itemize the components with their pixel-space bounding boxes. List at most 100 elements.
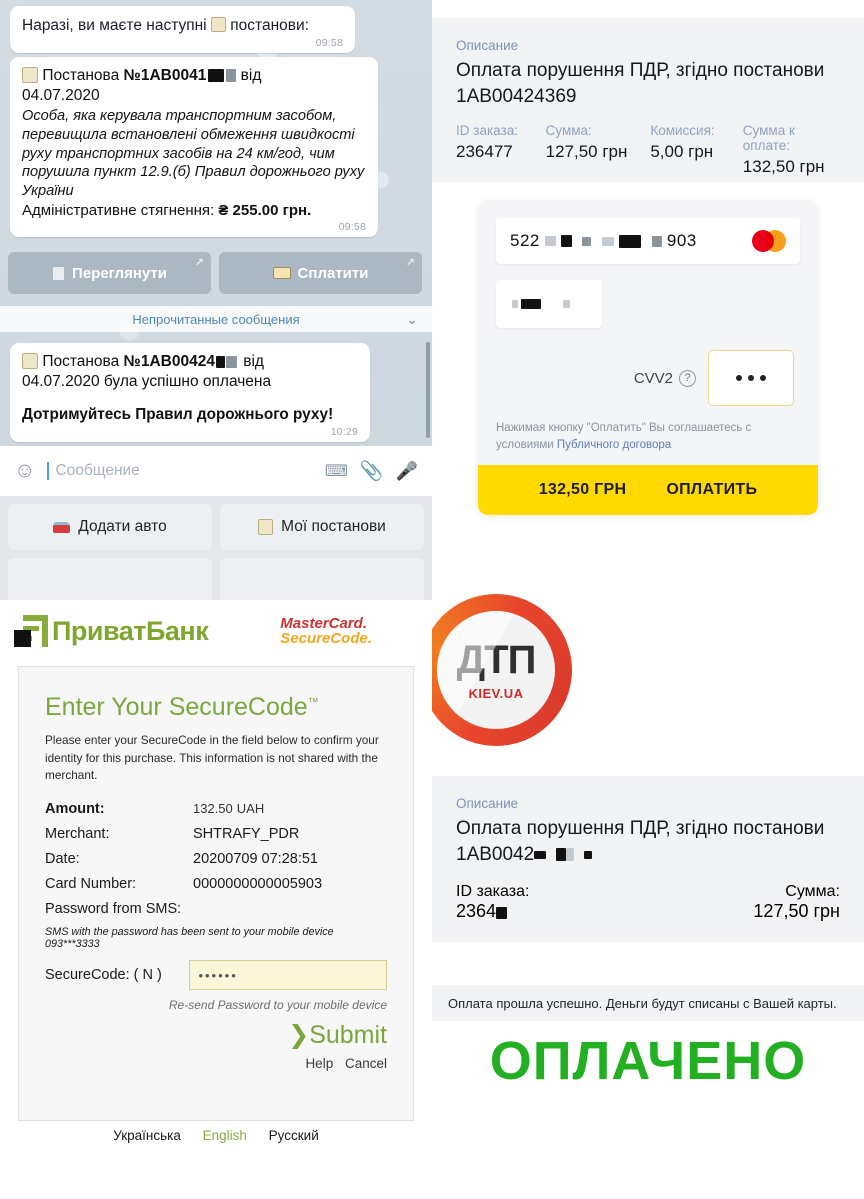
payment-card-widget: 522 903 CVV2 ? Нажимая кнопку "Оплатить"… <box>478 200 818 516</box>
language-english[interactable]: English <box>203 1128 247 1143</box>
privatbank-mark-icon <box>14 615 48 647</box>
detail-value: 20200709 07:28:51 <box>193 851 318 868</box>
keyboard-icon[interactable]: ⌨ <box>325 461 348 481</box>
message-input[interactable]: Сообщение <box>47 462 312 480</box>
chevron-down-icon[interactable]: ⌄ <box>406 311 418 328</box>
privatbank-header: ПриватБанк MasterCard. SecureCode. <box>0 600 432 662</box>
mastercard-icon <box>752 230 786 252</box>
cvv-row: CVV2 ? <box>496 350 800 406</box>
language-ukrainian[interactable]: Українська <box>113 1128 181 1143</box>
inline-button-label: Сплатити <box>297 264 369 282</box>
cvv-label: CVV2 <box>633 369 673 387</box>
keyboard-button-add-car[interactable]: Додати авто <box>8 504 212 550</box>
redaction-block <box>521 299 541 309</box>
order-field-sum: Сумма: 127,50 грн <box>753 883 840 922</box>
redaction-block <box>581 236 591 246</box>
securecode-label: SecureCode: ( N ) <box>45 967 162 984</box>
redaction-block <box>618 234 641 248</box>
language-russian[interactable]: Русский <box>269 1128 319 1143</box>
keyboard-button-3[interactable] <box>8 558 212 600</box>
mastercard-securecode-logo-icon: MasterCard. SecureCode. <box>280 615 372 646</box>
unread-divider-label: Непрочитанные сообщения <box>132 311 300 327</box>
order-summary-top: Описание Оплата порушення ПДР, згідно по… <box>432 18 864 182</box>
cvv-input[interactable] <box>708 350 794 406</box>
securecode-input[interactable] <box>189 960 387 991</box>
order-title: Оплата порушення ПДР, згідно постанови 1… <box>456 60 825 107</box>
submit-button[interactable]: ❯Submit <box>45 1020 387 1050</box>
header-date: 04.07.2020 <box>22 87 100 105</box>
detail-label: Password from SMS: <box>45 901 182 918</box>
field-label: Сумма: <box>785 883 840 901</box>
order-summary-bottom: Описание Оплата порушення ПДР, згідно по… <box>432 776 864 942</box>
field-value: 2364 <box>456 901 529 922</box>
intro-text-before: Наразі, ви маєте наступні <box>22 17 207 34</box>
intro-text-after: постанови: <box>230 17 309 34</box>
message-timestamp: 10:29 <box>330 426 358 439</box>
order-field-id: ID заказа: 236477 <box>456 123 546 177</box>
clipboard-emoji <box>258 519 274 535</box>
question-icon[interactable]: ? <box>679 369 696 387</box>
clipboard-emoji <box>22 353 38 369</box>
field-label: Сумма к оплате: <box>742 123 795 154</box>
redaction-block <box>560 235 572 247</box>
paid-line-1: Постанова №1AB00424 від 04.07.2020 була … <box>22 352 358 392</box>
result-bar-text: Оплата прошла успешно. Деньги будут спис… <box>448 995 837 1011</box>
microphone-icon[interactable]: 🎤 <box>396 461 418 482</box>
logo-subtitle: KIEV.UA <box>468 685 524 701</box>
fine-body-text: Особа, яка керувала транспортним засобом… <box>22 108 365 199</box>
chat-bubble-paid-confirm: Постанова №1AB00424 від 04.07.2020 була … <box>10 343 370 443</box>
transaction-details: Amount: 132.50 UAH Merchant: SHTRAFY_PDR… <box>45 801 387 917</box>
chat-scrollbar[interactable] <box>426 342 430 438</box>
privatbank-3ds-panel: ПриватБанк MasterCard. SecureCode. Enter… <box>0 600 432 1199</box>
card-prefix: 522 <box>510 231 540 250</box>
inline-button-view[interactable]: Переглянути ↗ <box>8 252 211 294</box>
keyboard-button-4[interactable] <box>220 558 424 600</box>
resend-password-link[interactable]: Re-send Password to your mobile device <box>45 998 387 1012</box>
order-title-line-2: 1AB0042 <box>456 843 535 865</box>
help-link[interactable]: Help <box>305 1056 333 1071</box>
pay-amount: 132,50 ГРН <box>538 481 627 499</box>
keyboard-button-my-fines[interactable]: Мої постанови <box>220 504 424 550</box>
amount-currency: UAH <box>236 801 265 817</box>
redaction-block <box>534 850 547 859</box>
logo-inner: ДТП KIEV.UA <box>437 611 555 729</box>
detail-label: Card Number: <box>45 876 137 893</box>
order-caption: Описание <box>456 38 519 53</box>
card-number-input[interactable]: 522 903 <box>496 218 800 264</box>
securecode-intro: Please enter your SecureCode in the fiel… <box>45 733 379 783</box>
field-label: ID заказа: <box>456 883 530 901</box>
field-value: 236477 <box>456 142 513 162</box>
message-timestamp: 09:58 <box>338 220 366 233</box>
inline-button-pay[interactable]: Сплатити ↗ <box>219 252 422 294</box>
smiley-icon[interactable]: ☺ <box>14 459 35 483</box>
id-digits: 2364 <box>456 901 497 922</box>
redaction-block <box>556 848 567 862</box>
field-value: 132,50 грн <box>742 157 825 177</box>
detail-row-amount: Amount: 132.50 UAH <box>45 801 387 817</box>
paperclip-icon[interactable]: 📎 <box>360 459 384 483</box>
inline-keyboard-row: Переглянути ↗ Сплатити ↗ <box>8 252 422 294</box>
external-link-icon: ↗ <box>405 257 415 269</box>
detail-label: Amount: <box>45 801 105 818</box>
detail-value: 0000000000005903 <box>193 876 323 893</box>
field-value: 5,00 грн <box>650 142 714 162</box>
card-expiry-input[interactable] <box>496 280 602 328</box>
header-number: №1AB0041 <box>123 67 207 84</box>
cancel-link[interactable]: Cancel <box>345 1056 387 1071</box>
heading-text: Enter Your SecureCode <box>45 693 308 721</box>
pay-button[interactable]: 132,50 ГРН ОПЛАТИТЬ <box>478 465 818 516</box>
public-contract-link[interactable]: Публичного договора <box>557 439 671 451</box>
dtp-kiev-logo: ДТП KIEV.UA <box>420 594 572 746</box>
order-bottom-fields: ID заказа: 2364 Сумма: 127,50 грн <box>456 883 840 922</box>
agreement-text: Нажимая кнопку "Оплатить" Вы соглашаетес… <box>478 406 818 465</box>
inline-button-label: Переглянути <box>72 264 167 282</box>
telegram-chat-panel: Наразі, ви маєте наступні постанови: 09:… <box>0 0 432 600</box>
keyboard-button-label: Додати авто <box>78 518 167 535</box>
payment-result-bar: Оплата прошла успешно. Деньги будут спис… <box>432 985 864 1021</box>
detail-row-password-from-sms: Password from SMS: <box>45 901 387 917</box>
securecode-heading: Enter Your SecureCode™ <box>45 693 387 722</box>
field-label: ID заказа: <box>456 123 518 139</box>
redaction-block <box>601 236 614 246</box>
clipboard-emoji <box>210 17 226 32</box>
redaction-block <box>512 300 518 308</box>
